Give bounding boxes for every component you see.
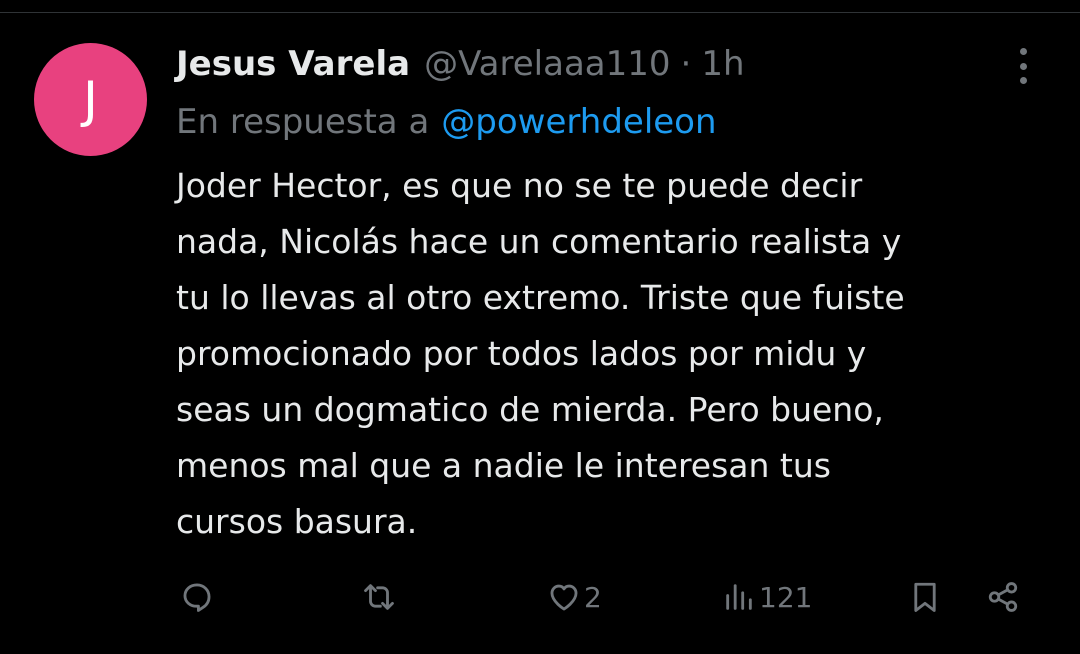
share-button[interactable] xyxy=(986,576,1020,618)
reply-bubble-icon xyxy=(183,583,211,612)
tweet-text-line: menos mal que a nadie le interesan tus xyxy=(176,446,831,485)
views-count: 121 xyxy=(759,580,813,614)
tweet-text-line: tu lo llevas al otro extremo. Triste que… xyxy=(176,278,905,317)
tweet-text-line: Joder Hector, es que no se te puede deci… xyxy=(176,166,863,205)
display-name[interactable]: Jesus Varela xyxy=(176,44,410,84)
more-options-icon[interactable] xyxy=(1008,46,1038,86)
tweet-header: Jesus Varela @Varelaaa110 · 1h xyxy=(176,40,745,88)
tweet-text: Joder Hector, es que no se te puede deci… xyxy=(176,158,1056,550)
views-button[interactable]: 121 xyxy=(722,576,812,618)
share-icon xyxy=(988,582,1018,612)
more-dot xyxy=(1019,48,1027,55)
reply-context: En respuesta a @powerhdeleon xyxy=(176,98,717,146)
retweet-button[interactable] xyxy=(362,576,396,618)
header-separator: · xyxy=(680,44,692,84)
top-divider xyxy=(0,12,1080,13)
avatar[interactable]: J xyxy=(34,43,147,156)
tweet-text-line: cursos basura. xyxy=(176,502,418,541)
like-button[interactable]: 2 xyxy=(547,576,602,618)
reply-button[interactable] xyxy=(180,576,214,618)
reply-to-link[interactable]: @powerhdeleon xyxy=(441,102,716,142)
bookmark-button[interactable] xyxy=(908,576,942,618)
reply-prefix: En respuesta a xyxy=(176,102,430,142)
tweet-timestamp[interactable]: 1h xyxy=(701,44,744,84)
bookmark-icon xyxy=(914,582,936,612)
heart-icon xyxy=(550,584,578,611)
tweet-text-line: seas un dogmatico de mierda. Pero bueno, xyxy=(176,390,884,429)
user-handle[interactable]: @Varelaaa110 xyxy=(424,44,670,84)
retweet-icon xyxy=(364,584,394,610)
more-dot xyxy=(1019,77,1027,84)
more-dot xyxy=(1019,62,1027,70)
like-count: 2 xyxy=(584,580,602,614)
views-bar-chart-icon xyxy=(726,584,752,610)
tweet-text-line: nada, Nicolás hace un comentario realist… xyxy=(176,222,902,261)
tweet-text-line: promocionado por todos lados por midu y xyxy=(176,334,867,373)
